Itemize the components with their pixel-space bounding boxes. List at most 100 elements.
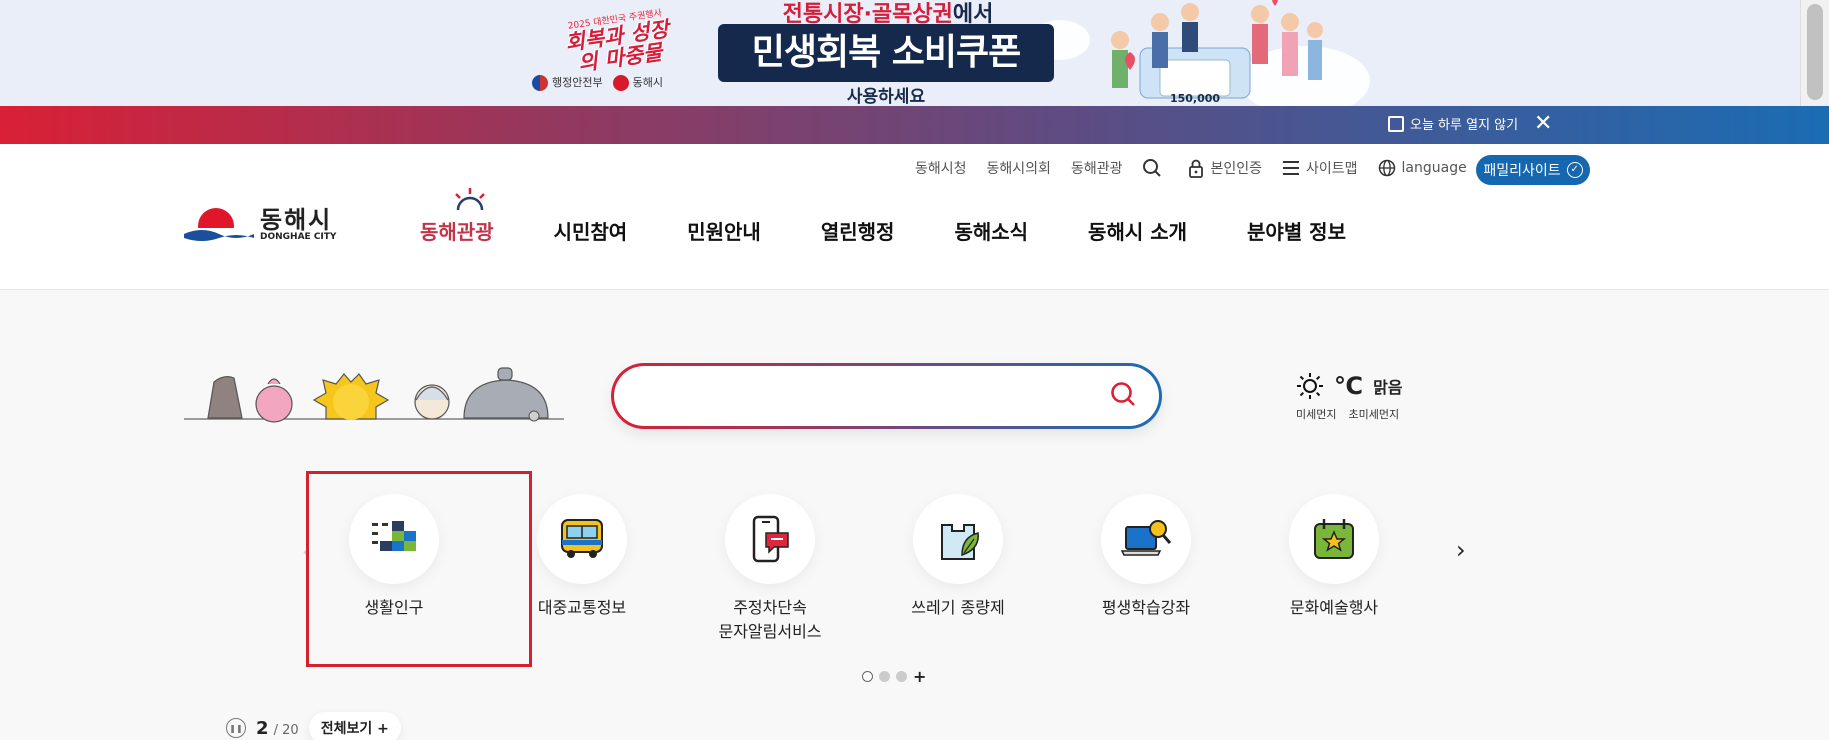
carousel-pagination: +: [862, 669, 926, 685]
sitemap-label: 사이트맵: [1306, 161, 1358, 177]
promo-subtitle: 사용하세요: [846, 87, 926, 106]
gnb-item-citizen-participation[interactable]: 시민참여: [554, 216, 628, 245]
verify-identity-label: 본인인증: [1210, 161, 1262, 177]
gnb-item-news[interactable]: 동해소식: [954, 216, 1028, 245]
quick-item-circle: [725, 494, 815, 584]
promo-org-donghae: 동해시: [612, 74, 663, 91]
weather-degree: ℃: [1334, 372, 1364, 400]
sunrise-icon: [455, 188, 485, 211]
quick-item-label: 평생학습강좌: [1101, 598, 1191, 617]
search-icon: [1111, 382, 1135, 406]
quick-item-circle: [1289, 494, 1379, 584]
pagination-dot[interactable]: [896, 671, 907, 682]
pager-current: 2: [256, 717, 269, 739]
trash-bag-icon: [941, 524, 979, 560]
site-header: 동해시청 동해시의회 동해관광 본인인증 사이트맵 language 패밀리사이…: [0, 144, 1829, 290]
bus-icon: [561, 519, 603, 558]
checkbox-icon[interactable]: [1388, 115, 1404, 132]
lock-icon: [1189, 159, 1204, 178]
quick-item-label: 쓰레기 종량제: [911, 598, 1005, 617]
quick-item-living-population[interactable]: 생활인구: [300, 494, 488, 644]
sitemap-link[interactable]: 사이트맵: [1282, 158, 1358, 178]
quick-item-label: 주정차단속 문자알림서비스: [718, 598, 822, 641]
promo-banner[interactable]: 2025 대한민국 주권행사 회복과 성장의 마중물 행정안전부 동해시 전통시…: [0, 0, 1800, 106]
promo-org-donghae-label: 동해시: [632, 76, 663, 89]
logo-english-name: DONGHAE CITY: [260, 232, 337, 242]
main-search-box: [611, 363, 1162, 429]
quick-item-lifelong-learning[interactable]: 평생학습강좌: [1052, 494, 1240, 644]
search-icon: [1143, 159, 1162, 177]
search-toggle-button[interactable]: [1142, 158, 1168, 178]
banner-control-bar: 오늘 하루 열지 않기 ✕: [0, 106, 1829, 144]
gnb-label-tourism: 동해관광: [420, 220, 494, 244]
promo-org-mois-label: 행정안전부: [552, 76, 603, 89]
calendar-star-icon: [1314, 519, 1354, 559]
promo-amount: 150,000: [1170, 92, 1220, 105]
quick-item-parking-alert[interactable]: 주정차단속 문자알림서비스: [676, 494, 864, 644]
bar-blocks-icon: [372, 521, 416, 551]
view-all-button[interactable]: 전체보기 +: [308, 712, 401, 740]
sun-icon: [1297, 373, 1323, 399]
no-show-today-label: 오늘 하루 열지 않기: [1410, 118, 1519, 133]
pagination-more-button[interactable]: +: [913, 669, 926, 685]
hamburger-icon: [1283, 161, 1299, 175]
verify-identity-link[interactable]: 본인인증: [1188, 158, 1262, 178]
gnb-item-tourism[interactable]: 동해관광: [420, 188, 494, 245]
quick-item-circle: [1101, 494, 1191, 584]
pause-button[interactable]: ❚❚: [226, 718, 246, 738]
close-banner-button[interactable]: ✕: [1534, 111, 1552, 136]
banner-pager: ❚❚ 2 / 20 전체보기 +: [226, 712, 401, 740]
language-selector[interactable]: language: [1378, 159, 1467, 177]
no-show-today-checkbox[interactable]: 오늘 하루 열지 않기: [1388, 114, 1518, 133]
phone-message-icon: [752, 515, 789, 563]
korea-emblem-icon: [532, 75, 548, 91]
quick-item-waste-bag[interactable]: 쓰레기 종량제: [864, 494, 1052, 644]
promo-slogan-logo: 2025 대한민국 주권행사 회복과 성장의 마중물: [559, 5, 676, 80]
promo-main-title: 민생회복 소비쿠폰: [718, 24, 1054, 82]
pagination-dot[interactable]: [879, 671, 890, 682]
ultrafine-dust-label: 초미세먼지: [1348, 408, 1400, 421]
scrollbar-thumb[interactable]: [1807, 4, 1823, 100]
donghae-sun-logo-icon: [184, 208, 254, 246]
language-label: language: [1401, 160, 1467, 176]
quick-item-circle: [349, 494, 439, 584]
laptop-search-icon: [1120, 520, 1172, 556]
quick-item-circle: [913, 494, 1003, 584]
promo-org-mois: 행정안전부: [532, 74, 603, 91]
scrollbar[interactable]: [1800, 0, 1829, 106]
promo-orgs: 행정안전부 동해시: [532, 74, 663, 91]
promo-people-illustration: 150,000: [1111, 0, 1323, 105]
weather-widget: ℃ 맑음 미세먼지 초미세먼지: [1296, 372, 1426, 422]
globe-icon: [1378, 159, 1395, 177]
util-link-tourism[interactable]: 동해관광: [1071, 158, 1123, 178]
weather-condition: 맑음: [1373, 378, 1403, 397]
pagination-dot[interactable]: [862, 671, 873, 682]
global-navigation: 동해관광 시민참여 민원안내 열린행정 동해소식 동해시 소개 분야별 정보: [420, 188, 1406, 245]
pager-total: / 20: [273, 722, 299, 738]
logo-korean-name: 동해시: [260, 206, 333, 234]
site-logo[interactable]: 동해시 DONGHAE CITY: [184, 204, 336, 246]
util-link-city-hall[interactable]: 동해시청: [915, 158, 967, 178]
search-inner: [614, 366, 1159, 426]
gnb-item-about-city[interactable]: 동해시 소개: [1088, 216, 1187, 245]
search-submit-button[interactable]: [1109, 380, 1137, 412]
quick-menu-carousel: 생활인구 대중교통정보 주정차단속 문자알림서비스 쓰레기 종량제 평생학습강좌…: [300, 494, 1428, 644]
fine-dust-label: 미세먼지: [1296, 408, 1337, 421]
family-site-button[interactable]: 패밀리사이트 ✓: [1476, 155, 1590, 185]
donghae-emblem-icon: [612, 75, 629, 91]
quick-item-culture-events[interactable]: 문화예술행사: [1240, 494, 1428, 644]
family-site-label: 패밀리사이트: [1483, 163, 1561, 179]
util-link-council[interactable]: 동해시의회: [987, 158, 1051, 178]
quick-next-button[interactable]: ›: [1456, 536, 1466, 564]
quick-item-label: 문화예술행사: [1289, 598, 1379, 617]
gnb-item-field-info[interactable]: 분야별 정보: [1247, 216, 1346, 245]
quick-item-public-transport[interactable]: 대중교통정보: [488, 494, 676, 644]
quick-item-circle: [537, 494, 627, 584]
gnb-item-civil-service[interactable]: 민원안내: [687, 216, 761, 245]
quick-item-label: 대중교통정보: [537, 598, 627, 617]
main-search-input[interactable]: [638, 380, 1078, 412]
utility-menu: 동해시청 동해시의회 동해관광 본인인증 사이트맵 language: [915, 158, 1487, 178]
check-circle-icon: ✓: [1566, 162, 1583, 178]
gnb-item-open-administration[interactable]: 열린행정: [821, 216, 895, 245]
quick-item-label: 생활인구: [364, 598, 424, 617]
